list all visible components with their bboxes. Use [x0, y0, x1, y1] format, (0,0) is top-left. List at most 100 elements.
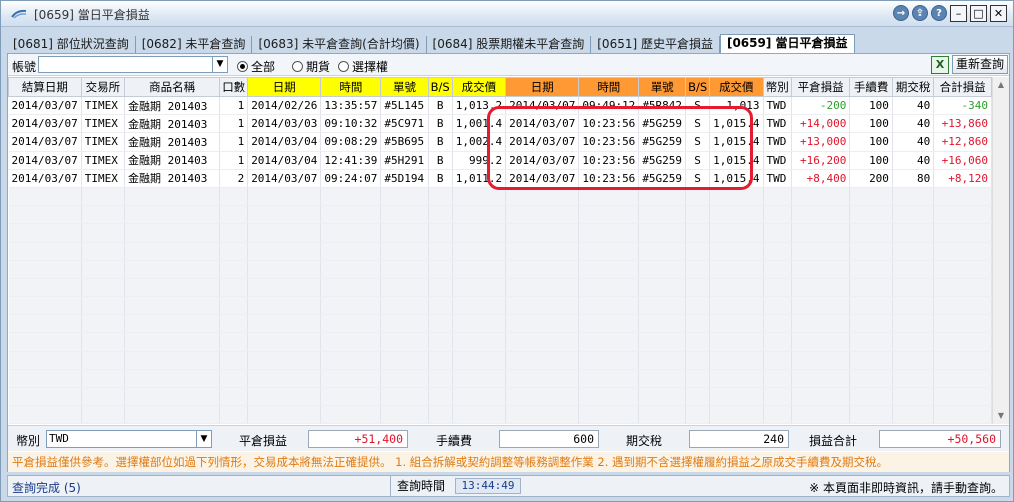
table-row[interactable]: 2014/03/07 TIMEX 金融期 201403 2 2014/03/07 09:2… [8, 169, 992, 188]
col-open-price[interactable]: 成交價 [451, 77, 507, 97]
minimize-button[interactable]: – [950, 5, 967, 22]
col-settle-date[interactable]: 結算日期 [8, 77, 82, 97]
empty-cell [638, 223, 687, 243]
empty-cell [685, 205, 711, 225]
col-close-date[interactable]: 日期 [505, 77, 580, 97]
empty-cell [380, 260, 429, 279]
empty-cell [849, 369, 893, 389]
cell-settle-date: 2014/03/07 [8, 96, 82, 116]
col-open-date[interactable]: 日期 [247, 77, 322, 97]
radio-all-dot[interactable] [237, 61, 248, 72]
empty-cell [124, 205, 221, 225]
cell-close-order: #5G259 [638, 132, 687, 152]
col-close-order[interactable]: 單號 [638, 77, 687, 97]
table-row[interactable]: 2014/03/07 TIMEX 金融期 201403 1 2014/03/04 12:4… [8, 151, 992, 170]
tab-0651[interactable]: [0651] 歷史平倉損益 [591, 36, 720, 53]
table-row[interactable]: 2014/03/07 TIMEX 金融期 201403 1 2014/03/04 09:0… [8, 132, 992, 152]
tab-0659[interactable]: [0659] 當日平倉損益 [719, 34, 855, 53]
empty-cell [638, 205, 687, 225]
tab-0683[interactable]: [0683] 未平倉查詢(合計均價) [252, 36, 427, 53]
col-open-bs[interactable]: B/S [427, 77, 453, 97]
tab-bar: [0681] 部位狀況查詢 [0682] 未平倉查詢 [0683] 未平倉查詢(… [7, 34, 855, 53]
radio-futures[interactable]: 期貨 [292, 58, 330, 75]
col-tax[interactable]: 期交稅 [891, 77, 935, 97]
currency-select[interactable]: TWD ▼ [46, 430, 212, 448]
excel-export-icon[interactable]: X [931, 56, 949, 74]
empty-row [8, 242, 992, 261]
vertical-scrollbar[interactable]: ▲ ▼ [992, 77, 1009, 424]
radio-options-dot[interactable] [338, 61, 349, 72]
col-fee[interactable]: 手續費 [849, 77, 893, 97]
empty-cell [452, 387, 507, 407]
col-open-order[interactable]: 單號 [380, 77, 429, 97]
radio-options[interactable]: 選擇權 [338, 58, 388, 75]
cell-pnl: +8,400 [791, 169, 851, 188]
cell-pnl: +14,000 [791, 114, 851, 134]
chevron-down-icon[interactable]: ▼ [212, 57, 227, 72]
col-currency[interactable]: 幣別 [762, 77, 792, 97]
account-select[interactable]: ▼ [38, 56, 228, 73]
col-total-pnl[interactable]: 合計損益 [933, 77, 992, 97]
scroll-down-icon[interactable]: ▼ [993, 408, 1009, 424]
empty-cell [247, 296, 322, 316]
cell-tax: 40 [892, 114, 935, 134]
window-title: [0659] 當日平倉損益 [34, 8, 150, 22]
export-icon[interactable]: → [893, 5, 909, 21]
cell-settle-date: 2014/03/07 [8, 169, 82, 188]
tab-0684[interactable]: [0684] 股票期權未平倉查詢 [427, 36, 592, 53]
col-product[interactable]: 商品名稱 [124, 77, 221, 97]
col-exchange[interactable]: 交易所 [80, 77, 126, 97]
empty-cell [81, 314, 126, 334]
col-open-time[interactable]: 時間 [320, 77, 382, 97]
help-icon[interactable]: ? [931, 5, 947, 21]
col-close-price[interactable]: 成交價 [709, 77, 764, 97]
table-row[interactable]: 2014/03/07 TIMEX 金融期 201403 1 2014/03/03 09:1… [8, 114, 992, 134]
empty-cell [380, 242, 429, 261]
empty-cell [452, 296, 507, 316]
empty-cell [849, 351, 893, 370]
cell-pnl: -200 [791, 96, 851, 116]
cell-close-bs: S [685, 132, 711, 152]
refresh-button[interactable]: 重新查詢 [952, 55, 1008, 74]
empty-cell [428, 260, 453, 279]
cell-close-bs: S [685, 114, 711, 134]
empty-cell [933, 405, 992, 424]
radio-all-label: 全部 [251, 60, 276, 74]
empty-cell [124, 351, 221, 370]
scroll-up-icon[interactable]: ▲ [993, 77, 1009, 93]
empty-cell [8, 351, 82, 370]
share-icon[interactable]: ⇪ [912, 5, 928, 21]
currency-value: TWD [49, 432, 69, 445]
empty-cell [892, 369, 935, 389]
empty-cell [505, 223, 580, 243]
empty-cell [638, 260, 687, 279]
empty-cell [320, 187, 382, 207]
table-row[interactable]: 2014/03/07 TIMEX 金融期 201403 1 2014/02/26 13:3… [8, 96, 992, 116]
query-time-label: 查詢時間 [390, 476, 451, 496]
empty-cell [320, 205, 382, 225]
empty-cell [892, 260, 935, 279]
tab-0681[interactable]: [0681] 部位狀況查詢 [7, 36, 136, 53]
radio-all[interactable]: 全部 [237, 58, 275, 75]
col-pnl[interactable]: 平倉損益 [790, 77, 851, 97]
empty-cell [247, 205, 322, 225]
cell-lots: 1 [219, 132, 249, 152]
empty-cell [428, 296, 453, 316]
close-button[interactable]: ✕ [990, 5, 1007, 22]
cell-settle-date: 2014/03/07 [8, 114, 82, 134]
chevron-down-icon[interactable]: ▼ [196, 431, 211, 447]
cell-open-date: 2014/03/04 [247, 132, 322, 152]
empty-cell [247, 187, 322, 207]
col-close-time[interactable]: 時間 [578, 77, 640, 97]
empty-cell [320, 332, 382, 352]
cell-total-pnl: -340 [933, 96, 992, 116]
empty-cell [849, 332, 893, 352]
col-lots[interactable]: 口數 [219, 77, 249, 97]
col-close-bs[interactable]: B/S [685, 77, 711, 97]
cell-exchange: TIMEX [81, 132, 126, 152]
radio-futures-dot[interactable] [292, 61, 303, 72]
tab-0682[interactable]: [0682] 未平倉查詢 [136, 36, 253, 53]
empty-cell [892, 351, 935, 370]
cell-open-order: #5L145 [380, 96, 429, 116]
maximize-button[interactable]: □ [970, 5, 987, 22]
